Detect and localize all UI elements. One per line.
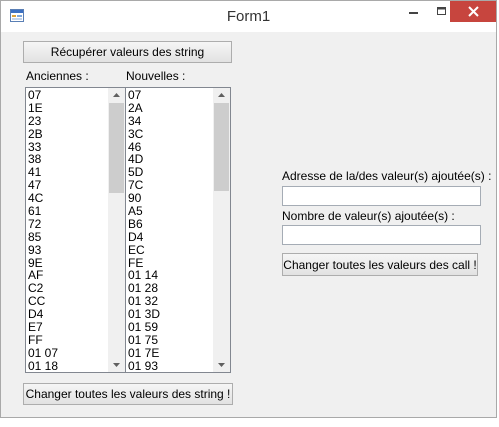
change-string-values-button[interactable]: Changer toutes les valeurs des string ! <box>23 383 233 405</box>
new-values-label: Nouvelles : <box>126 69 186 83</box>
minimize-icon <box>409 11 418 14</box>
list-item[interactable]: FF <box>27 334 108 347</box>
scroll-up-button[interactable] <box>213 88 230 102</box>
scroll-up-arrow-icon <box>113 93 120 97</box>
list-item[interactable]: 23 <box>27 114 108 128</box>
list-item[interactable]: 01 18 <box>27 359 108 372</box>
scroll-down-button[interactable] <box>213 358 230 372</box>
list-item[interactable]: 2A <box>127 101 213 115</box>
get-string-values-button[interactable]: Récupérer valeurs des string <box>23 41 232 63</box>
list-item[interactable]: 01 7E <box>127 346 213 360</box>
form-client-area: Récupérer valeurs des string Anciennes :… <box>9 32 492 409</box>
list-item[interactable]: D4 <box>127 230 213 244</box>
old-values-scrollbar[interactable] <box>108 88 125 372</box>
title-bar[interactable]: Form1 <box>1 1 496 32</box>
close-icon <box>467 6 479 17</box>
scroll-down-arrow-icon <box>218 363 225 367</box>
list-item[interactable]: 3C <box>127 127 213 141</box>
list-item[interactable]: 1E <box>27 101 108 115</box>
list-item[interactable]: 07 <box>27 89 108 102</box>
new-values-scrollbar[interactable] <box>213 88 230 372</box>
scroll-down-arrow-icon <box>113 363 120 367</box>
new-values-listbox[interactable]: 07 2A 34 3C 46 4D 5D 7C 90 A5 B6 D4 EC FE 01 14 01 28 01… <box>125 87 231 373</box>
close-button[interactable] <box>450 1 496 22</box>
address-label: Adresse de la/des valeur(s) ajoutée(s) : <box>282 169 492 183</box>
list-item[interactable]: A5 <box>127 205 213 218</box>
scroll-up-button[interactable] <box>108 88 125 102</box>
count-label: Nombre de valeur(s) ajoutée(s) : <box>282 209 455 223</box>
scroll-thumb[interactable] <box>214 103 229 191</box>
list-item[interactable]: 01 07 <box>27 346 108 360</box>
scroll-down-button[interactable] <box>108 358 125 372</box>
list-item[interactable]: 2B <box>27 127 108 141</box>
list-item[interactable]: 93 <box>27 243 108 257</box>
scroll-up-arrow-icon <box>218 93 225 97</box>
scroll-thumb[interactable] <box>109 103 124 193</box>
list-item[interactable]: 01 59 <box>127 321 213 334</box>
list-item[interactable]: 61 <box>27 205 108 218</box>
maximize-icon <box>437 6 446 15</box>
address-input[interactable] <box>282 186 481 206</box>
old-values-items: 07 1E 23 2B 33 38 41 47 4C 61 72 85 93 9E AF C2 CC D4 E7 FF… <box>27 89 108 372</box>
new-values-items: 07 2A 34 3C 46 4D 5D 7C 90 A5 B6 D4 EC FE 01 14 01 28 01… <box>127 89 213 372</box>
list-item[interactable]: 01 93 <box>127 359 213 372</box>
list-item[interactable]: B6 <box>127 218 213 231</box>
list-item[interactable]: 34 <box>127 114 213 128</box>
list-item[interactable]: 72 <box>27 218 108 231</box>
old-values-label: Anciennes : <box>26 69 89 83</box>
list-item[interactable]: 85 <box>27 230 108 244</box>
minimize-button[interactable] <box>400 1 428 22</box>
count-input[interactable] <box>282 225 481 245</box>
old-values-listbox[interactable]: 07 1E 23 2B 33 38 41 47 4C 61 72 85 93 9E AF C2 CC D4 E7 FF… <box>25 87 126 373</box>
change-call-values-button[interactable]: Changer toutes les valeurs des call ! <box>282 253 478 276</box>
list-item[interactable]: 07 <box>127 89 213 102</box>
list-item[interactable]: EC <box>127 243 213 257</box>
list-item[interactable]: E7 <box>27 321 108 334</box>
list-item[interactable]: 01 75 <box>127 334 213 347</box>
main-window: Form1 Récupérer valeurs des string Ancie… <box>0 0 497 418</box>
